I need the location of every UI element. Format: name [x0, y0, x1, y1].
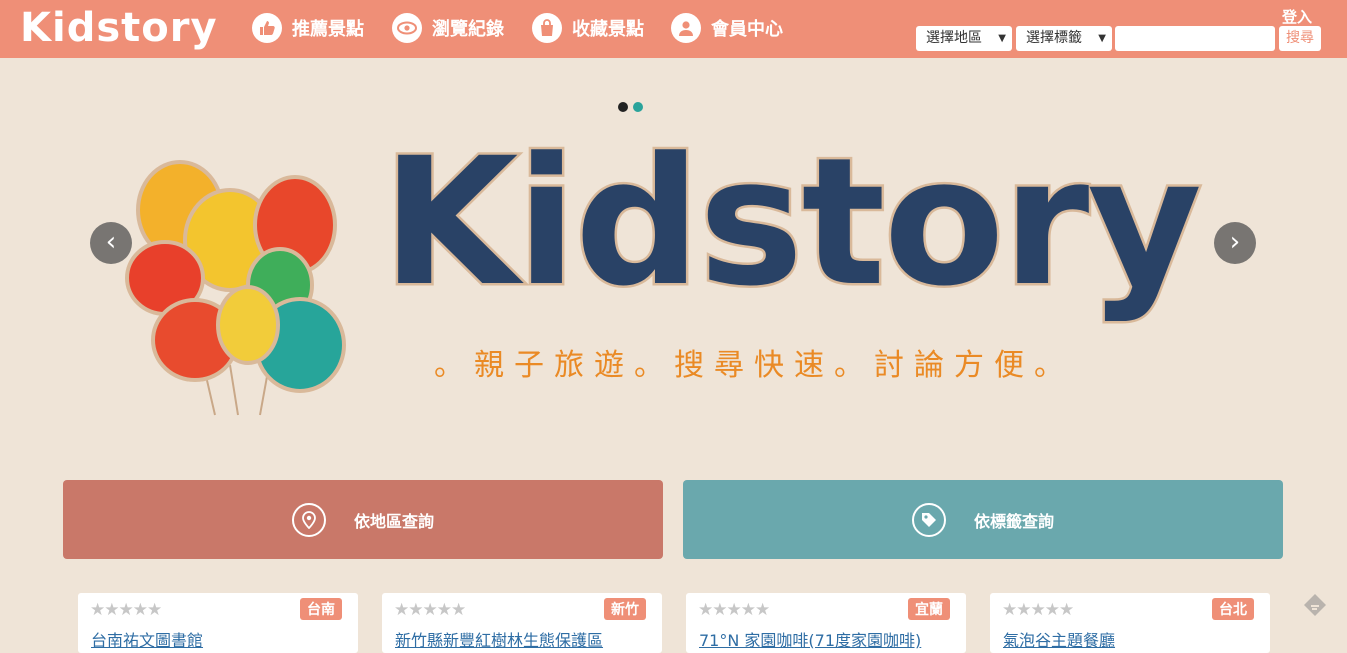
site-logo[interactable]: Kidstory — [20, 3, 218, 53]
nav-label: 收藏景點 — [572, 19, 644, 40]
chevron-down-icon: ▼ — [998, 33, 1006, 44]
login-link[interactable]: 登入 — [1282, 6, 1312, 27]
card-title[interactable]: 71°N 家園咖啡(71度家園咖啡) — [699, 627, 921, 651]
user-icon — [671, 13, 701, 43]
nav-label: 推薦景點 — [292, 19, 364, 40]
tag-select[interactable]: 選擇標籤 ▼ — [1016, 26, 1112, 51]
carousel-dot[interactable] — [618, 102, 628, 112]
card-title[interactable]: 新竹縣新豐紅樹林生態保護區 — [395, 627, 603, 651]
region-badge: 宜蘭 — [908, 598, 950, 620]
chevron-down-icon: ▼ — [1098, 33, 1106, 44]
region-badge: 新竹 — [604, 598, 646, 620]
rating-stars: ★★★★★ — [1002, 600, 1074, 620]
nav-recommended[interactable]: 推薦景點 — [252, 12, 364, 44]
card-title[interactable]: 氣泡谷主題餐廳 — [1003, 627, 1115, 651]
attraction-card[interactable]: ★★★★★ 台南 台南祐文圖書館 — [78, 593, 358, 653]
balloons-illustration — [125, 160, 346, 416]
search-input[interactable] — [1115, 26, 1275, 51]
thumbs-up-icon — [252, 13, 282, 43]
tag-select-value: 選擇標籤 — [1026, 30, 1082, 46]
query-by-tag-button[interactable]: 依標籤查詢 — [683, 480, 1283, 559]
nav-label: 會員中心 — [711, 19, 783, 40]
query-by-region-label: 依地區查詢 — [353, 511, 434, 531]
hero-slogan: 。親子旅遊。搜尋快速。討論方便。 — [434, 348, 1074, 383]
rating-stars: ★★★★★ — [90, 600, 162, 620]
query-by-region-button[interactable]: 依地區查詢 — [63, 480, 663, 559]
hero-title-text: Kidstory — [379, 120, 1204, 325]
card-title[interactable]: 台南祐文圖書館 — [91, 627, 203, 651]
feedly-icon[interactable] — [1302, 592, 1328, 618]
query-by-tag-label: 依標籤查詢 — [973, 511, 1054, 531]
rating-stars: ★★★★★ — [698, 600, 770, 620]
nav-history[interactable]: 瀏覽紀錄 — [392, 12, 504, 44]
bag-icon — [532, 13, 562, 43]
rating-stars: ★★★★★ — [394, 600, 466, 620]
tag-icon — [911, 502, 946, 537]
map-pin-icon — [291, 502, 326, 537]
top-navbar: Kidstory 推薦景點 瀏覽紀錄 收藏景點 會員中心 登入 選擇地區 ▼ 選… — [0, 0, 1347, 58]
carousel-dot[interactable] — [633, 102, 643, 112]
region-badge: 台北 — [1212, 598, 1254, 620]
attraction-card[interactable]: ★★★★★ 新竹 新竹縣新豐紅樹林生態保護區 — [382, 593, 662, 653]
hero-title: Kidstory — [379, 125, 1242, 320]
carousel-indicators — [618, 102, 643, 112]
attraction-card[interactable]: ★★★★★ 宜蘭 71°N 家園咖啡(71度家園咖啡) — [686, 593, 966, 653]
attraction-card[interactable]: ★★★★★ 台北 氣泡谷主題餐廳 — [990, 593, 1270, 653]
region-badge: 台南 — [300, 598, 342, 620]
nav-label: 瀏覽紀錄 — [432, 19, 504, 40]
eye-icon — [392, 13, 422, 43]
region-select-value: 選擇地區 — [926, 30, 982, 46]
nav-favorites[interactable]: 收藏景點 — [532, 12, 644, 44]
region-select[interactable]: 選擇地區 ▼ — [916, 26, 1012, 51]
nav-member[interactable]: 會員中心 — [671, 12, 783, 44]
search-button[interactable]: 搜尋 — [1279, 26, 1321, 51]
